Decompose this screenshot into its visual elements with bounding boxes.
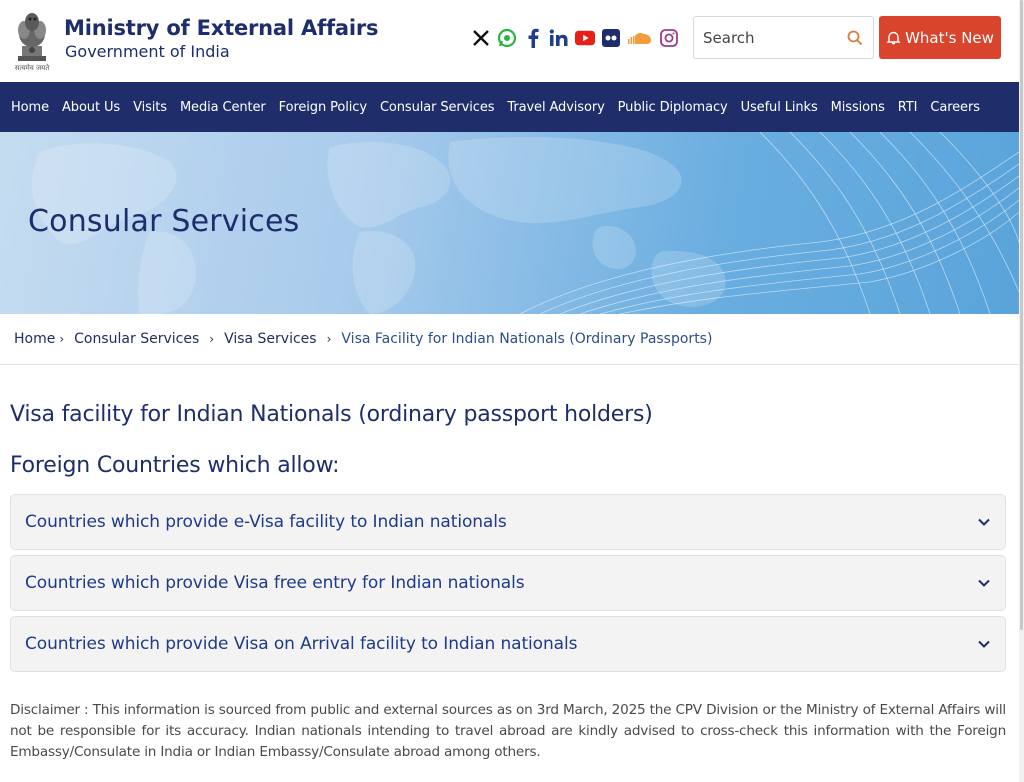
- nav-item-useful-links[interactable]: Useful Links: [741, 100, 818, 115]
- breadcrumb-visa-services[interactable]: Visa Services: [224, 331, 317, 347]
- breadcrumb-separator: ›: [326, 332, 332, 346]
- breadcrumb-home[interactable]: Home: [14, 331, 55, 347]
- whats-new-label: What's New: [905, 28, 994, 47]
- nav-item-visits[interactable]: Visits: [133, 100, 167, 115]
- nav-item-home[interactable]: Home: [11, 100, 49, 115]
- nav-item-careers[interactable]: Careers: [930, 100, 980, 115]
- site-title[interactable]: Ministry of External Affairs: [64, 16, 379, 40]
- youtube-icon[interactable]: [575, 28, 595, 48]
- facebook-icon[interactable]: [523, 28, 543, 48]
- nav-item-about-us[interactable]: About Us: [62, 100, 120, 115]
- soundcloud-icon[interactable]: [627, 28, 653, 48]
- chevron-down-icon: [978, 579, 990, 587]
- page-title: Visa facility for Indian Nationals (ordi…: [10, 402, 653, 427]
- accordion-label: Countries which provide Visa free entry …: [25, 573, 525, 593]
- breadcrumb-separator: ›: [59, 332, 65, 346]
- x-icon[interactable]: [471, 28, 491, 48]
- disclaimer-text: Disclaimer : This information is sourced…: [10, 702, 1006, 760]
- breadcrumb-current: Visa Facility for Indian Nationals (Ordi…: [341, 331, 713, 347]
- section-title: Foreign Countries which allow:: [10, 453, 340, 478]
- site-header: सत्यमेव जयते Ministry of External Affair…: [0, 0, 1024, 82]
- search-icon[interactable]: [847, 30, 863, 46]
- accordion-visa-free[interactable]: Countries which provide Visa free entry …: [10, 555, 1006, 611]
- chevron-down-icon: [978, 518, 990, 526]
- breadcrumb-consular-services[interactable]: Consular Services: [74, 331, 199, 347]
- whatsapp-icon[interactable]: [497, 28, 517, 48]
- linkedin-icon[interactable]: [549, 28, 569, 48]
- flickr-icon[interactable]: [601, 28, 621, 48]
- chevron-down-icon: [978, 640, 990, 648]
- accordion-e-visa[interactable]: Countries which provide e-Visa facility …: [10, 494, 1006, 550]
- accordion-label: Countries which provide e-Visa facility …: [25, 512, 507, 532]
- breadcrumb-separator: ›: [209, 332, 215, 346]
- accordion-visa-on-arrival[interactable]: Countries which provide Visa on Arrival …: [10, 616, 1006, 672]
- nav-item-media-center[interactable]: Media Center: [180, 100, 266, 115]
- whats-new-button[interactable]: What's New: [879, 16, 1001, 59]
- main-nav: Home About Us Visits Media Center Foreig…: [0, 82, 1019, 132]
- breadcrumb: Home › Consular Services › Visa Services…: [14, 331, 712, 347]
- hero-title: Consular Services: [28, 204, 300, 239]
- nav-item-foreign-policy[interactable]: Foreign Policy: [279, 100, 367, 115]
- instagram-icon[interactable]: [659, 28, 679, 48]
- nav-item-consular-services[interactable]: Consular Services: [380, 100, 495, 115]
- nav-item-travel-advisory[interactable]: Travel Advisory: [507, 100, 604, 115]
- national-emblem-logo[interactable]: सत्यमेव जयते: [10, 6, 54, 74]
- search-box: [693, 16, 874, 59]
- nav-item-public-diplomacy[interactable]: Public Diplomacy: [618, 100, 728, 115]
- emblem-caption: सत्यमेव जयते: [14, 64, 50, 72]
- breadcrumb-divider: [0, 364, 1019, 365]
- hero-banner: Consular Services: [0, 132, 1019, 314]
- search-input[interactable]: [694, 17, 834, 58]
- scrollbar-thumb[interactable]: [1020, 0, 1023, 630]
- nav-item-missions[interactable]: Missions: [831, 100, 885, 115]
- site-subtitle: Government of India: [65, 42, 230, 61]
- bell-icon: [886, 31, 901, 45]
- nav-item-rti[interactable]: RTI: [898, 100, 918, 115]
- social-links: [471, 28, 679, 48]
- accordion-label: Countries which provide Visa on Arrival …: [25, 634, 578, 654]
